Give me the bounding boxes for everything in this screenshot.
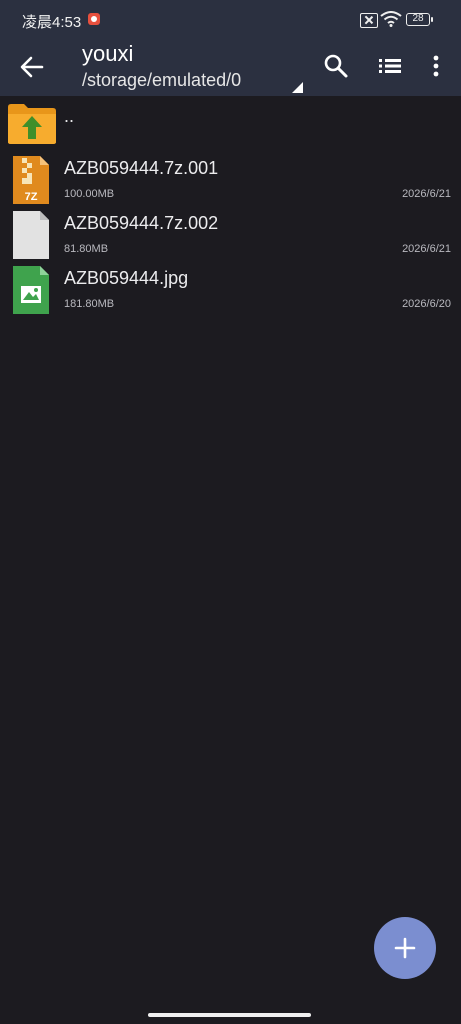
file-row[interactable]: AZB059444.7z.002 81.80MB 2026/6/21	[0, 207, 461, 262]
search-icon[interactable]	[322, 52, 350, 80]
file-size: 100.00MB	[64, 188, 115, 200]
image-file-icon	[13, 266, 49, 314]
archive-icon-label: 7Z	[25, 191, 38, 203]
path-dropdown-icon[interactable]	[292, 82, 303, 93]
record-icon	[88, 13, 100, 25]
folder-title: youxi	[82, 41, 134, 66]
file-date: 2026/6/21	[402, 243, 451, 255]
generic-file-icon	[13, 211, 49, 259]
parent-directory-row[interactable]: ..	[0, 99, 461, 147]
parent-directory-label: ..	[64, 106, 75, 126]
status-bar: 凌晨4:53 28	[0, 0, 461, 40]
file-size: 81.80MB	[64, 243, 109, 255]
file-name: AZB059444.7z.001	[64, 158, 219, 178]
sim-off-icon	[360, 13, 378, 28]
file-size: 181.80MB	[64, 298, 115, 310]
plus-icon	[394, 937, 416, 959]
file-name: AZB059444.7z.002	[64, 213, 219, 233]
back-arrow-icon[interactable]	[18, 53, 46, 81]
file-name: AZB059444.jpg	[64, 268, 189, 288]
wifi-icon	[380, 11, 402, 27]
file-date: 2026/6/21	[402, 188, 451, 200]
file-date: 2026/6/20	[402, 298, 451, 310]
battery-icon: 28	[406, 13, 433, 26]
folder-up-icon	[8, 104, 56, 144]
add-button[interactable]	[374, 917, 436, 979]
7z-archive-icon: 7Z	[13, 156, 49, 204]
list-view-icon[interactable]	[376, 52, 404, 80]
status-time: 凌晨4:53	[22, 14, 82, 31]
file-row[interactable]: 7Z AZB059444.7z.001 100.00MB 2026/6/21	[0, 152, 461, 207]
more-vert-icon[interactable]	[424, 52, 448, 80]
home-indicator[interactable]	[148, 1013, 311, 1017]
app-bar: youxi /storage/emulated/0	[0, 40, 461, 96]
current-path[interactable]: /storage/emulated/0	[82, 70, 241, 91]
file-row[interactable]: AZB059444.jpg 181.80MB 2026/6/20	[0, 262, 461, 317]
